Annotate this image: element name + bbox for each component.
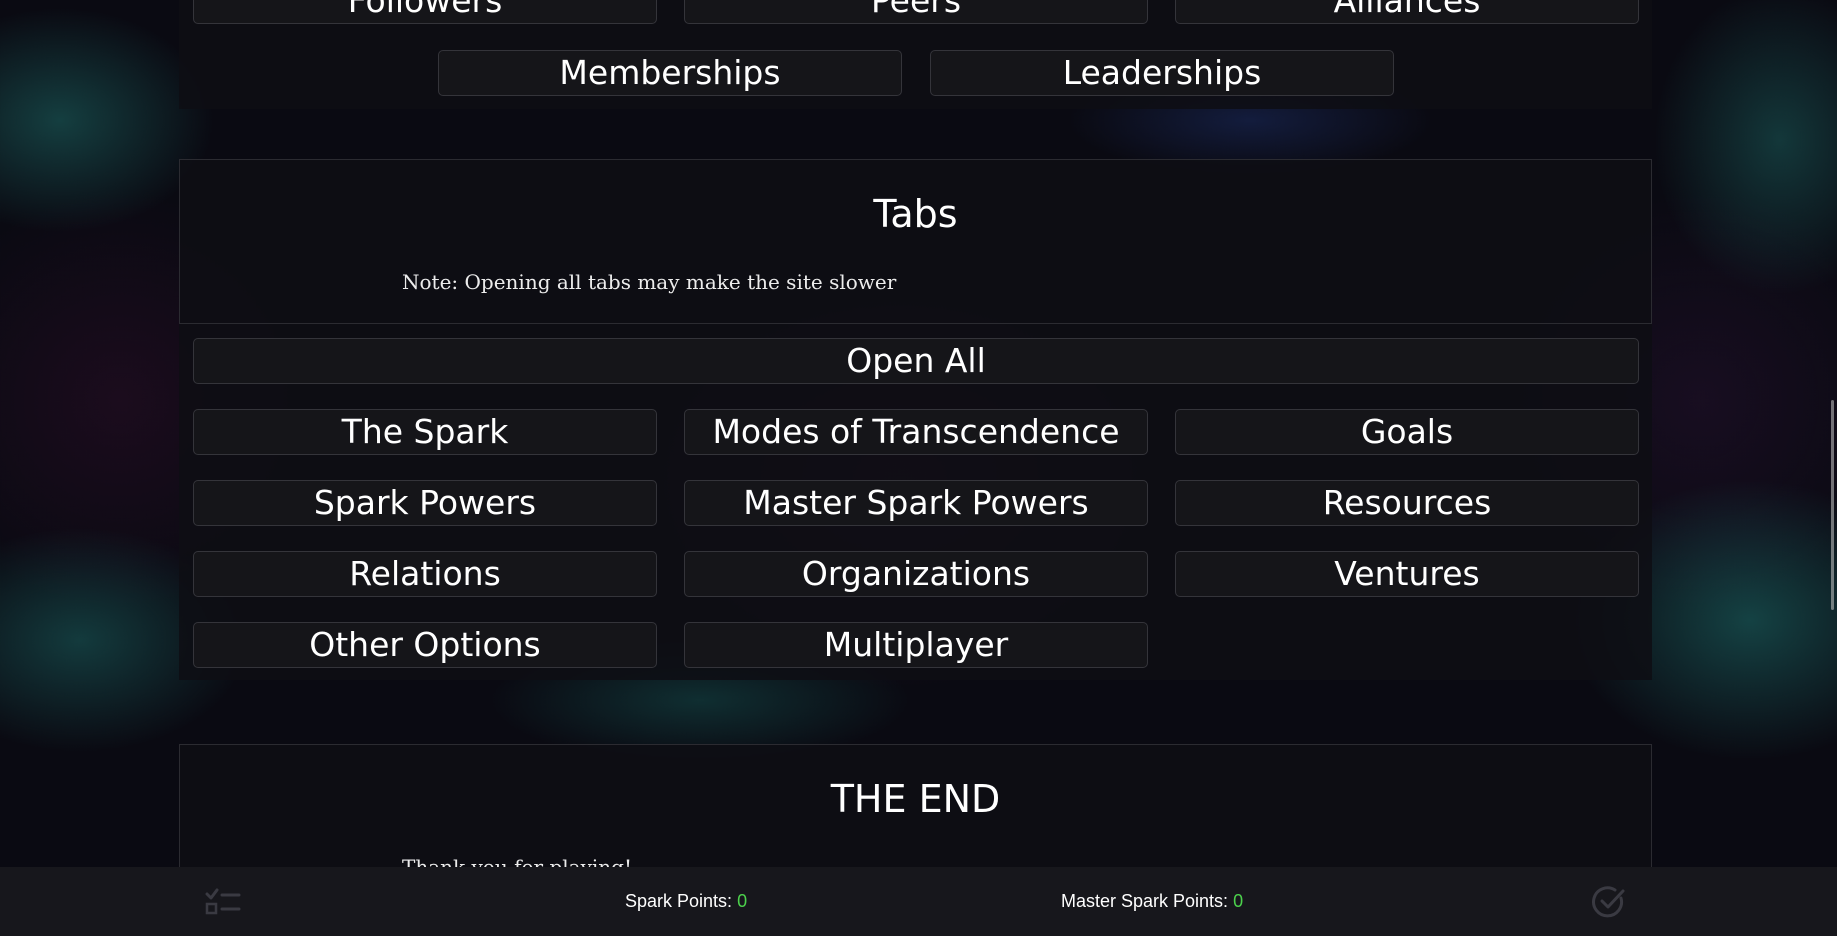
followers-button[interactable]: Followers bbox=[193, 0, 657, 24]
tab-resources[interactable]: Resources bbox=[1175, 480, 1639, 526]
master-spark-points-label: Master Spark Points: bbox=[1061, 891, 1229, 911]
spark-points-stat: Spark Points: 0 bbox=[625, 891, 747, 912]
tabs-header-panel: Tabs Note: Opening all tabs may make the… bbox=[179, 159, 1652, 324]
scrollbar-thumb[interactable] bbox=[1831, 400, 1834, 610]
check-circle-icon[interactable] bbox=[1591, 884, 1627, 925]
open-all-button[interactable]: Open All bbox=[193, 338, 1639, 384]
spark-points-value: 0 bbox=[737, 891, 748, 911]
tab-goals[interactable]: Goals bbox=[1175, 409, 1639, 455]
tab-other-options[interactable]: Other Options bbox=[193, 622, 657, 668]
peers-button[interactable]: Peers bbox=[684, 0, 1148, 24]
end-title: THE END bbox=[830, 777, 1001, 821]
master-spark-points-stat: Master Spark Points: 0 bbox=[1061, 891, 1243, 912]
tabs-note: Note: Opening all tabs may make the site… bbox=[402, 270, 897, 294]
tab-ventures[interactable]: Ventures bbox=[1175, 551, 1639, 597]
alliances-button[interactable]: Alliances bbox=[1175, 0, 1639, 24]
tab-organizations[interactable]: Organizations bbox=[684, 551, 1148, 597]
tab-master-spark-powers[interactable]: Master Spark Powers bbox=[684, 480, 1148, 526]
tab-relations[interactable]: Relations bbox=[193, 551, 657, 597]
memberships-button[interactable]: Memberships bbox=[438, 50, 902, 96]
master-spark-points-value: 0 bbox=[1233, 891, 1244, 911]
checklist-icon[interactable] bbox=[205, 887, 241, 922]
footer-bar: Spark Points: 0 Master Spark Points: 0 bbox=[0, 867, 1837, 936]
spark-points-label: Spark Points: bbox=[625, 891, 733, 911]
tab-the-spark[interactable]: The Spark bbox=[193, 409, 657, 455]
tab-spark-powers[interactable]: Spark Powers bbox=[193, 480, 657, 526]
tab-multiplayer[interactable]: Multiplayer bbox=[684, 622, 1148, 668]
leaderships-button[interactable]: Leaderships bbox=[930, 50, 1394, 96]
tab-modes-of-transcendence[interactable]: Modes of Transcendence bbox=[684, 409, 1148, 455]
tabs-title: Tabs bbox=[873, 192, 958, 236]
